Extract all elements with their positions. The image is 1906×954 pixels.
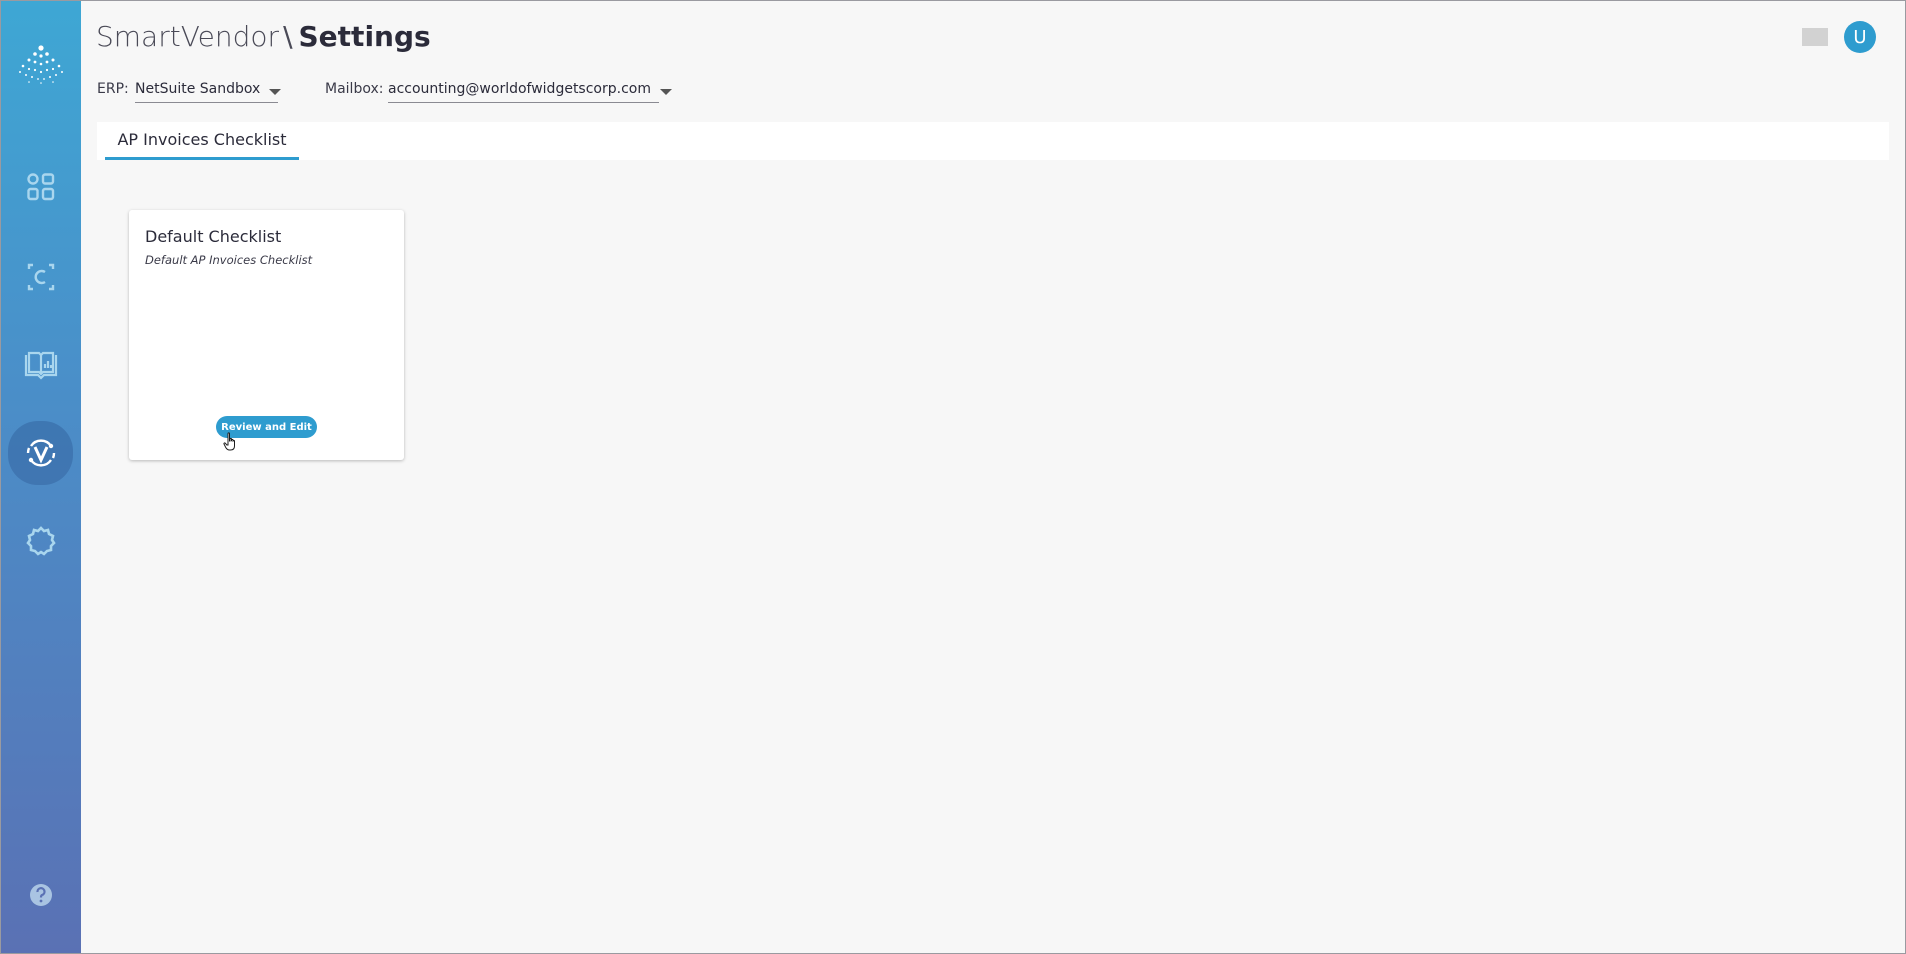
title-separator: \ [283, 20, 293, 53]
erp-value: NetSuite Sandbox [135, 81, 261, 97]
gear-icon[interactable] [0, 511, 81, 571]
avatar[interactable]: U [1844, 21, 1876, 53]
tab-bar: AP Invoices Checklist [97, 122, 1889, 160]
mailbox-label: Mailbox: [325, 81, 384, 97]
checklist-card: Default Checklist Default AP Invoices Ch… [129, 210, 404, 460]
card-title: Default Checklist [145, 227, 282, 246]
notification-placeholder[interactable] [1802, 28, 1828, 46]
book-chart-icon[interactable] [0, 335, 81, 395]
hand-cursor-icon [223, 432, 235, 451]
page-name: Settings [298, 20, 431, 53]
contract-c-icon[interactable] [0, 247, 81, 307]
help-icon[interactable] [0, 865, 81, 925]
chevron-down-icon [269, 89, 282, 95]
sidebar [0, 0, 81, 954]
card-subtitle: Default AP Invoices Checklist [145, 253, 313, 267]
tab-ap-invoices-checklist[interactable]: AP Invoices Checklist [105, 122, 299, 160]
chevron-down-icon [660, 89, 672, 95]
mailbox-value: accounting@worldofwidgetscorp.com [388, 81, 651, 97]
page-title: SmartVendor \ Settings [96, 18, 431, 56]
smartvendor-v-icon[interactable] [8, 421, 73, 485]
erp-select[interactable]: NetSuite Sandbox [135, 78, 282, 103]
logo-icon[interactable] [0, 34, 81, 94]
dashboard-grid-icon[interactable] [0, 157, 81, 217]
mailbox-select[interactable]: accounting@worldofwidgetscorp.com [388, 78, 672, 103]
erp-label: ERP: [97, 81, 129, 97]
app-name: SmartVendor [96, 20, 280, 53]
